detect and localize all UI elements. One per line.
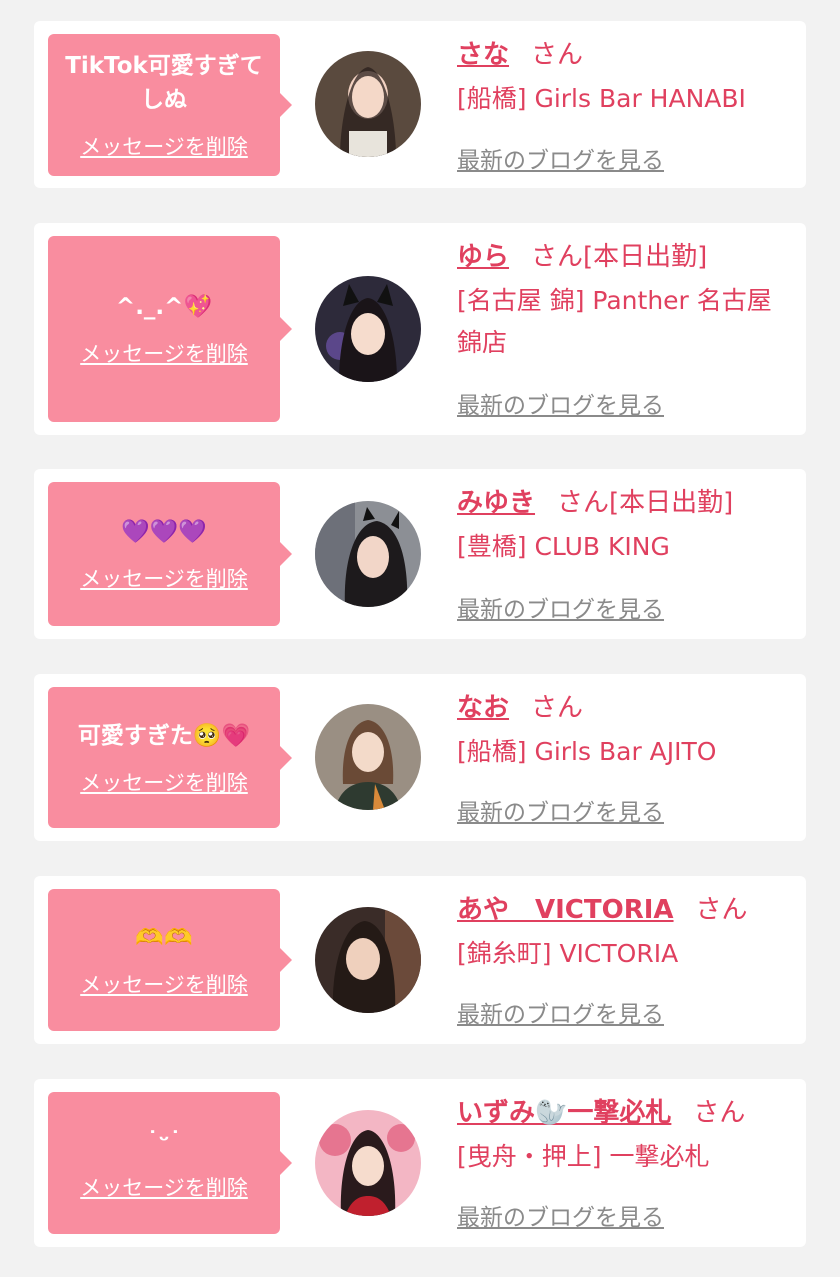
latest-blog-link[interactable]: 最新のブログを見る: [457, 793, 664, 827]
message-bubble: 💜💜💜 メッセージを削除: [48, 482, 292, 626]
message-bubble: 🫶🫶 メッセージを削除: [48, 889, 292, 1031]
honorific: さん: [693, 1098, 746, 1128]
message-bubble: ˙ᵕ˙ メッセージを削除: [48, 1092, 292, 1234]
profile-photo-icon: [315, 276, 421, 382]
shop-name: [豊橋] CLUB KING: [457, 532, 670, 561]
profile-photo-icon: [315, 501, 421, 607]
message-text: TikTok可愛すぎてしぬ: [65, 53, 263, 113]
avatar[interactable]: [315, 276, 421, 382]
sender-info: あや VICTORIA さん [錦糸町] VICTORIA: [457, 891, 794, 975]
name-line: なお さん: [457, 689, 794, 727]
message-card: ^._.^💖 メッセージを削除 ゆら さん[本日出勤] [名古屋 錦] Panth…: [34, 223, 806, 435]
message-text: 🫶🫶: [135, 925, 193, 951]
message-card: ˙ᵕ˙ メッセージを削除 いずみ🦭一撃必札 さん [曳舟・押上] 一撃必札 最新の…: [34, 1079, 806, 1247]
honorific: さん: [695, 895, 748, 925]
name-line: あや VICTORIA さん: [457, 891, 794, 929]
message-card: 可愛すぎた🥺💗 メッセージを削除 なお さん [船橋] Girls Bar AJI…: [34, 674, 806, 841]
message-text: 💜💜💜: [121, 519, 207, 545]
shop-name: [船橋] Girls Bar HANABI: [457, 84, 746, 113]
sender-info: いずみ🦭一撃必札 さん [曳舟・押上] 一撃必札: [457, 1094, 794, 1178]
name-line: いずみ🦭一撃必札 さん: [457, 1094, 794, 1132]
message-card: 🫶🫶 メッセージを削除 あや VICTORIA さん [錦糸町] VICTORIA…: [34, 876, 806, 1044]
sender-name-link[interactable]: なお: [457, 693, 509, 723]
shop-name: [錦糸町] VICTORIA: [457, 939, 679, 968]
sender-name-link[interactable]: さな: [457, 40, 509, 70]
sender-name-link[interactable]: あや VICTORIA: [457, 895, 674, 925]
sender-info: さな さん [船橋] Girls Bar HANABI: [457, 36, 794, 120]
latest-blog-link[interactable]: 最新のブログを見る: [457, 141, 664, 175]
delete-message-link[interactable]: メッセージを削除: [80, 131, 248, 161]
delete-message-link[interactable]: メッセージを削除: [80, 767, 248, 797]
delete-message-link[interactable]: メッセージを削除: [80, 563, 248, 593]
profile-photo-icon: [315, 51, 421, 157]
shop-name: [船橋] Girls Bar AJITO: [457, 737, 717, 766]
honorific: さん: [531, 693, 584, 723]
message-bubble: TikTok可愛すぎてしぬ メッセージを削除: [48, 34, 292, 176]
sender-name-link[interactable]: いずみ🦭一撃必札: [457, 1098, 671, 1128]
delete-message-link[interactable]: メッセージを削除: [80, 338, 248, 368]
sender-info: なお さん [船橋] Girls Bar AJITO: [457, 689, 794, 773]
message-text: 可愛すぎた🥺💗: [77, 722, 251, 749]
message-bubble: ^._.^💖 メッセージを削除: [48, 236, 292, 422]
message-bubble: 可愛すぎた🥺💗 メッセージを削除: [48, 687, 292, 828]
latest-blog-link[interactable]: 最新のブログを見る: [457, 995, 664, 1029]
honorific: さん: [531, 242, 584, 272]
latest-blog-link[interactable]: 最新のブログを見る: [457, 590, 664, 624]
avatar[interactable]: [315, 907, 421, 1013]
message-text: ˙ᵕ˙: [146, 1128, 182, 1154]
attendance-badge: [本日出勤]: [609, 488, 734, 518]
avatar[interactable]: [315, 1110, 421, 1216]
profile-photo-icon: [315, 907, 421, 1013]
sender-name-link[interactable]: みゆき: [457, 488, 535, 518]
sender-name-link[interactable]: ゆら: [457, 242, 509, 272]
name-line: みゆき さん[本日出勤]: [457, 484, 794, 522]
honorific: さん: [531, 40, 584, 70]
profile-photo-icon: [315, 1110, 421, 1216]
latest-blog-link[interactable]: 最新のブログを見る: [457, 386, 664, 420]
sender-info: ゆら さん[本日出勤] [名古屋 錦] Panther 名古屋錦店: [457, 238, 794, 364]
message-text: ^._.^💖: [115, 294, 213, 320]
attendance-badge: [本日出勤]: [583, 242, 708, 272]
shop-name: [曳舟・押上] 一撃必札: [457, 1142, 710, 1171]
avatar[interactable]: [315, 51, 421, 157]
profile-photo-icon: [315, 704, 421, 810]
name-line: さな さん: [457, 36, 794, 74]
name-line: ゆら さん[本日出勤]: [457, 238, 794, 276]
honorific: さん: [557, 488, 610, 518]
message-card: TikTok可愛すぎてしぬ メッセージを削除 さな さん [船橋] Girls B…: [34, 21, 806, 188]
message-card: 💜💜💜 メッセージを削除 みゆき さん[本日出勤] [豊橋] CLUB KING …: [34, 469, 806, 639]
sender-info: みゆき さん[本日出勤] [豊橋] CLUB KING: [457, 484, 794, 568]
avatar[interactable]: [315, 501, 421, 607]
delete-message-link[interactable]: メッセージを削除: [80, 969, 248, 999]
delete-message-link[interactable]: メッセージを削除: [80, 1172, 248, 1202]
shop-name: [名古屋 錦] Panther 名古屋錦店: [457, 286, 772, 357]
latest-blog-link[interactable]: 最新のブログを見る: [457, 1198, 664, 1232]
avatar[interactable]: [315, 704, 421, 810]
